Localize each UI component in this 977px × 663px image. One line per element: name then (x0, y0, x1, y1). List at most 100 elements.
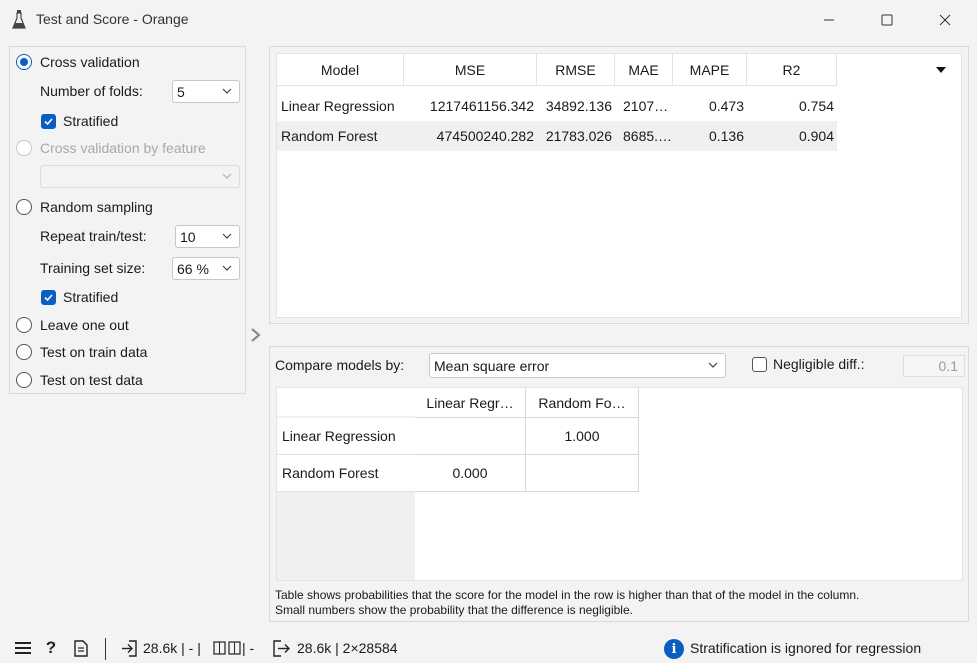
status-message: Stratification is ignored for regression (690, 640, 922, 656)
table-cell: 0.754 (798, 98, 834, 114)
random-sampling-label: Random sampling (40, 199, 153, 215)
table-cell: 0.000 (415, 455, 526, 492)
radio-button-disabled (16, 140, 32, 156)
column-header-rmse[interactable]: RMSE (537, 54, 615, 86)
triangle-down-icon (936, 67, 946, 73)
negligible-diff-label: Negligible diff.: (773, 356, 865, 372)
status-mid-text: | - (242, 640, 255, 656)
results-table-header: Model MSE RMSE MAE MAPE R2 (277, 54, 837, 86)
results-panel: Model MSE RMSE MAE MAPE R2 Linear Regres… (269, 46, 969, 324)
table-cell: Linear Regression (281, 98, 395, 114)
number-of-folds-label: Number of folds: (40, 83, 143, 99)
status-bar: ? 28.6k | - | | - 28.6k | 2×28584 i Stra… (0, 633, 977, 663)
cv-by-feature-option: Cross validation by feature (16, 138, 206, 158)
input-icon (120, 639, 138, 657)
negligible-diff-input[interactable]: 0.1 (903, 355, 965, 377)
close-button[interactable] (922, 0, 968, 40)
maximize-button[interactable] (864, 0, 910, 40)
table-cell: 8685.… (623, 128, 673, 144)
data-table-icon (212, 639, 242, 657)
results-table[interactable]: Model MSE RMSE MAE MAPE R2 Linear Regres… (276, 53, 962, 318)
table-row[interactable]: Random Forest 474500240.282 21783.026 86… (277, 121, 837, 151)
table-cell: 1.000 (526, 418, 639, 455)
comparison-footnote: Table shows probabilities that the score… (275, 588, 859, 618)
minimize-icon (824, 19, 834, 21)
column-menu-button[interactable] (929, 62, 953, 78)
number-of-folds-value: 5 (177, 83, 185, 100)
cross-validation-label: Cross validation (40, 54, 140, 70)
stratified-label-1: Stratified (63, 113, 119, 129)
leave-one-out-option[interactable]: Leave one out (16, 315, 129, 335)
row-header[interactable]: Linear Regression (277, 418, 415, 455)
minimize-button[interactable] (806, 0, 852, 40)
test-on-train-label: Test on train data (40, 344, 148, 360)
footnote-line-1: Table shows probabilities that the score… (275, 588, 860, 602)
table-cell: Random Forest (281, 128, 378, 144)
training-set-size-combo[interactable]: 66 % (172, 257, 240, 280)
cross-validation-option[interactable]: Cross validation (16, 52, 140, 72)
chevron-down-icon (222, 233, 232, 239)
comparison-table[interactable]: Linear Regr… Random Fo… Linear Regressio… (276, 387, 963, 581)
table-cell (526, 455, 639, 492)
row-header[interactable]: Random Forest (277, 455, 415, 492)
table-corner (277, 388, 415, 416)
table-cell (415, 418, 526, 455)
status-separator (105, 638, 106, 660)
chevron-down-icon (222, 88, 232, 94)
table-cell: 2107… (623, 98, 669, 114)
compare-models-combo[interactable]: Mean square error (429, 353, 726, 378)
table-cell: 0.136 (708, 128, 744, 144)
column-header-mse[interactable]: MSE (404, 54, 537, 86)
column-header-r2[interactable]: R2 (747, 54, 837, 86)
checkbox-unchecked-icon[interactable] (752, 356, 767, 372)
checkbox-checked-icon[interactable] (41, 113, 56, 129)
negligible-diff-checkbox[interactable]: Negligible diff.: (752, 356, 865, 372)
close-icon (939, 14, 951, 26)
info-icon: i (664, 639, 684, 659)
radio-button[interactable] (16, 344, 32, 360)
column-header-mape[interactable]: MAPE (673, 54, 747, 86)
number-of-folds-combo[interactable]: 5 (172, 80, 240, 103)
stratified-label-2: Stratified (63, 289, 119, 305)
input-summary: 28.6k | - | (143, 640, 201, 656)
window-title: Test and Score - Orange (36, 11, 189, 27)
chevron-down-icon (708, 362, 718, 368)
maximize-icon (881, 14, 893, 26)
checkbox-checked-icon[interactable] (41, 289, 56, 305)
repeat-train-test-label: Repeat train/test: (40, 228, 147, 244)
output-summary: 28.6k | 2×28584 (297, 640, 398, 656)
chevron-down-icon (222, 173, 232, 179)
compare-models-label: Compare models by: (275, 357, 405, 373)
stratified-checkbox-2[interactable]: Stratified (41, 287, 118, 307)
chevron-down-icon (222, 265, 232, 271)
radio-button[interactable] (16, 372, 32, 388)
table-cell: 1217461156.342 (429, 98, 534, 114)
report-icon[interactable] (72, 639, 90, 657)
test-on-test-label: Test on test data (40, 372, 143, 388)
test-on-test-option[interactable]: Test on test data (16, 370, 143, 390)
chevron-right-icon[interactable] (249, 327, 263, 343)
column-header[interactable]: Linear Regr… (415, 388, 526, 418)
menu-icon[interactable] (14, 639, 32, 657)
stratified-checkbox-1[interactable]: Stratified (41, 111, 118, 131)
compare-models-value: Mean square error (434, 357, 550, 374)
radio-button[interactable] (16, 317, 32, 333)
training-set-size-label: Training set size: (40, 260, 146, 276)
cv-by-feature-label: Cross validation by feature (40, 140, 206, 156)
compare-panel: Compare models by: Mean square error Neg… (269, 346, 969, 622)
table-cell: 34892.136 (545, 98, 612, 114)
help-icon[interactable]: ? (42, 638, 60, 657)
table-row[interactable]: Linear Regression 1217461156.342 34892.1… (277, 91, 837, 121)
test-on-train-option[interactable]: Test on train data (16, 342, 147, 362)
leave-one-out-label: Leave one out (40, 317, 129, 333)
column-header-model[interactable]: Model (277, 54, 404, 86)
column-header-mae[interactable]: MAE (615, 54, 673, 86)
repeat-train-test-combo[interactable]: 10 (175, 225, 240, 248)
orange-app-icon (12, 10, 26, 29)
radio-button[interactable] (16, 199, 32, 215)
table-cell: 21783.026 (545, 128, 612, 144)
random-sampling-option[interactable]: Random sampling (16, 197, 153, 217)
column-header[interactable]: Random Fo… (526, 388, 639, 418)
radio-button-checked[interactable] (16, 54, 32, 70)
table-cell: 0.904 (798, 128, 834, 144)
